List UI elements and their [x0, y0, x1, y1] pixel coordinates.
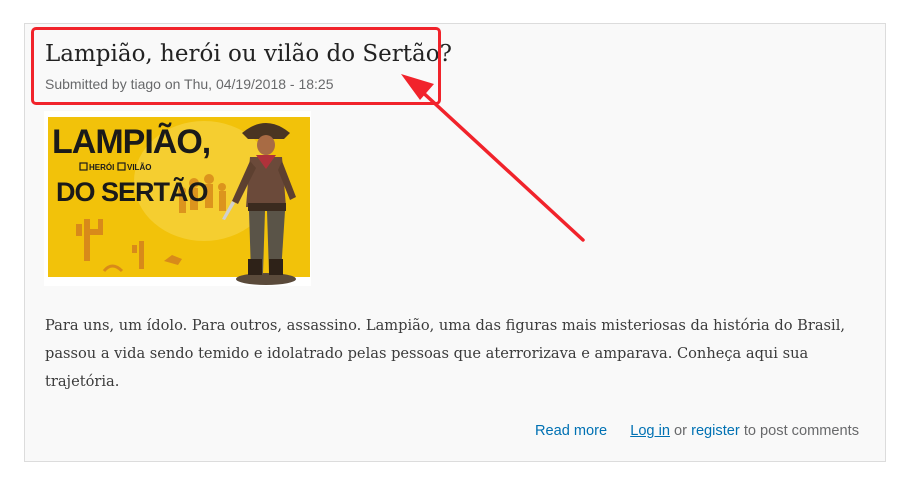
node-links: Read more Log in or register to post com… [535, 421, 859, 441]
register-link[interactable]: register [691, 423, 740, 439]
article-title[interactable]: Lampião, herói ou vilão do Sertão? [45, 38, 452, 70]
teaser-image[interactable]: LAMPIÃO, HERÓI VILÃO DO SERTÃO [44, 111, 311, 286]
poster-headline-2: DO SERTÃO [56, 176, 208, 207]
poster-check-vilao: VILÃO [127, 163, 151, 172]
links-post-text: to post comments [743, 423, 859, 439]
poster-check-heroi: HERÓI [89, 163, 114, 172]
log-in-link[interactable]: Log in [630, 423, 670, 439]
read-more-link[interactable]: Read more [535, 423, 607, 439]
article-summary: Para uns, um ídolo. Para outros, assassi… [45, 317, 845, 390]
lampiao-poster-illustration: LAMPIÃO, HERÓI VILÃO DO SERTÃO [44, 111, 311, 286]
poster-headline-1: LAMPIÃO, [52, 123, 210, 161]
links-or-text: or [674, 423, 688, 439]
submitted-info: Submitted by tiago on Thu, 04/19/2018 - … [45, 76, 334, 92]
